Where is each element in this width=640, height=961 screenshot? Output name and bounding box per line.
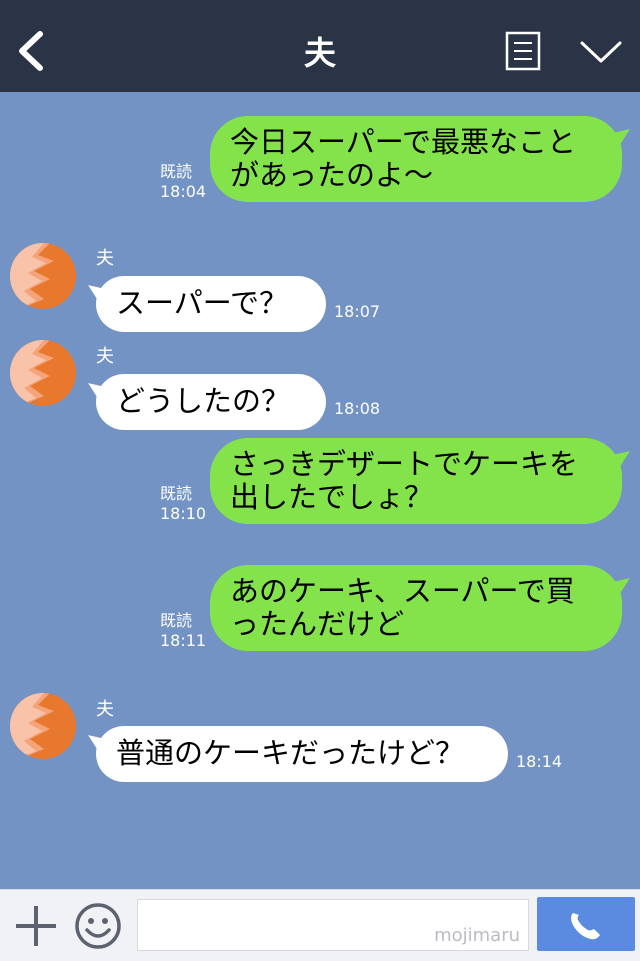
avatar[interactable]: [10, 693, 76, 759]
chat-header: 夫: [0, 0, 640, 92]
avatar[interactable]: [10, 340, 76, 406]
avatar[interactable]: [10, 243, 76, 309]
plus-icon[interactable]: [14, 904, 58, 948]
phone-icon: [571, 913, 600, 940]
read-receipt: 既読 18:04: [160, 162, 207, 201]
message-bubble-incoming[interactable]: 普通のケーキだったけど？: [96, 726, 508, 782]
message-bubble-outgoing[interactable]: あのケーキ、スーパーで買 ったんだけど: [210, 565, 622, 651]
sender-name: 夫: [96, 248, 114, 269]
watermark: mojimaru: [434, 925, 520, 946]
chat-title: 夫: [303, 34, 336, 72]
sender-name: 夫: [96, 699, 114, 720]
sender-name: 夫: [96, 346, 114, 367]
menu-list-icon[interactable]: [505, 31, 541, 71]
message-bubble-incoming[interactable]: どうしたの？: [96, 374, 326, 430]
message-time: 18:08: [334, 399, 381, 418]
message-input-bar: mojimaru: [0, 889, 640, 961]
message-input[interactable]: mojimaru: [137, 899, 529, 951]
smiley-icon[interactable]: [74, 902, 122, 950]
message-bubble-incoming[interactable]: スーパーで？: [96, 276, 326, 332]
call-button[interactable]: [537, 897, 635, 951]
chat-area[interactable]: 既読 18:04 今日スーパーで最悪なこと があったのよ〜 夫 スーパーで？ 1…: [0, 92, 640, 889]
message-time: 18:07: [334, 302, 381, 321]
message-time: 18:14: [516, 752, 563, 771]
message-bubble-outgoing[interactable]: 今日スーパーで最悪なこと があったのよ〜: [210, 116, 622, 202]
message-bubble-outgoing[interactable]: さっきデザートでケーキを 出したでしょ？: [210, 438, 622, 524]
chevron-down-icon[interactable]: [578, 35, 624, 69]
read-receipt: 既読 18:10: [160, 484, 207, 523]
read-receipt: 既読 18:11: [160, 611, 207, 650]
